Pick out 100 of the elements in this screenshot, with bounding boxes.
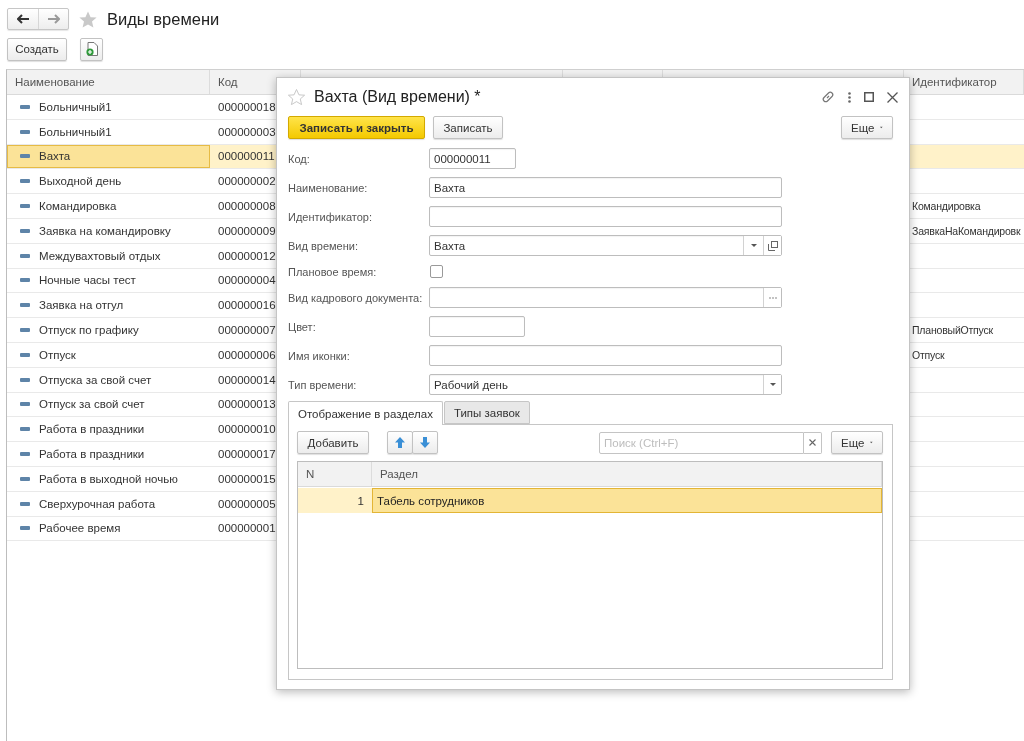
text-field[interactable] [429,345,782,366]
dash-icon [20,253,30,258]
item-identifier: ПлановыйОтпуск [912,324,993,337]
dash-icon [20,452,30,457]
dash-icon [20,328,30,333]
field-label: Имя иконки: [288,349,351,362]
dropdown-button[interactable] [743,236,763,255]
item-name: Больничный1 [39,125,112,138]
item-name: Работа в праздники [39,423,145,436]
dash-icon [20,278,30,283]
dash-icon [20,352,30,357]
clear-button[interactable] [804,431,822,454]
checkbox[interactable] [430,265,443,278]
item-name: Выходной день [39,175,122,188]
dash-icon [20,526,30,531]
item-name: Вахта [39,150,71,163]
item-code: 000000010 [218,423,276,436]
table-row[interactable]: 1 Табель сотрудников [298,488,882,513]
dash-icon [20,129,30,134]
item-code: 000000005 [218,497,276,510]
dash-icon [20,427,30,432]
item-code: 000000001 [218,522,276,535]
text-field[interactable]: 000000011 [429,148,516,169]
item-code: 000000006 [218,348,276,361]
star-icon[interactable] [288,89,305,105]
dash-icon [20,228,30,233]
more-button[interactable]: Еще [831,431,883,454]
dropdown-button[interactable] [763,375,781,394]
column-header[interactable]: Идентификатор [912,76,997,88]
field-label: Вид времени: [288,239,359,252]
search-field[interactable]: Поиск (Ctrl+F) [599,431,804,454]
color-field[interactable] [429,316,525,337]
open-button[interactable] [763,236,781,255]
section-cell: Табель сотрудников [372,488,882,513]
star-icon[interactable] [79,10,97,28]
text-field[interactable] [429,206,782,227]
item-name: Работа в выходной ночью [39,472,178,485]
forward-arrow-icon [47,14,60,24]
item-name: Отпуск по графику [39,324,139,337]
item-name: Отпуска за свой счет [39,373,152,386]
dash-icon [20,179,30,184]
item-code: 000000017 [218,448,276,461]
choose-button[interactable] [763,288,781,307]
caret-icon [880,126,883,129]
dropdown-field[interactable]: Рабочий день [429,374,782,395]
item-code: 000000007 [218,324,276,337]
select-field[interactable]: Вахта [429,235,782,256]
item-name: Рабочее время [39,522,121,535]
select-field[interactable] [429,287,782,308]
link-icon[interactable] [821,90,835,104]
page-title: Виды времени [107,9,220,29]
document-button[interactable] [80,37,103,61]
item-code: 000000011 [218,150,275,163]
item-code: 000000003 [218,125,276,138]
item-identifier: Командировка [912,200,981,213]
item-name: Отпуск [39,348,76,361]
dash-icon [20,476,30,481]
column-header[interactable]: Наименование [15,76,95,88]
field-label: Цвет: [288,320,317,333]
item-code: 000000008 [218,200,276,213]
tab[interactable]: Типы заявок [443,401,530,424]
item-code: 000000014 [218,373,276,386]
item-code: 000000013 [218,398,276,411]
dialog-title: Вахта (Вид времени) * [314,88,481,106]
text-field[interactable]: Вахта [429,177,782,198]
dash-icon [20,303,30,308]
up-arrow-icon [395,437,405,448]
dash-icon [20,402,30,407]
item-name: Заявка на командировку [39,224,171,237]
item-code: 000000016 [218,299,276,312]
add-button[interactable]: Добавить [297,431,369,454]
item-code: 000000002 [218,175,276,188]
dash-icon [20,501,30,506]
item-code: 000000004 [218,274,276,287]
field-label: Код: [288,152,311,165]
field-label: Вид кадрового документа: [288,291,424,304]
save-button[interactable]: Записать [433,116,503,139]
document-icon [85,42,98,56]
column-header[interactable]: Раздел [372,462,882,486]
column-header[interactable]: Код [218,76,238,88]
close-icon[interactable] [887,91,898,103]
item-code: 000000012 [218,249,276,262]
field-label: Наименование: [288,181,369,194]
tab[interactable]: Отображение в разделах [288,401,443,425]
item-code: 000000009 [218,224,276,237]
item-name: Командировка [39,200,117,213]
item-name: Междувахтовый отдых [39,249,161,262]
item-name: Работа в праздники [39,448,145,461]
create-button[interactable]: Создать [7,37,67,61]
move-up-button[interactable] [387,431,413,454]
item-code: 000000018 [218,100,276,113]
move-down-button[interactable] [412,431,438,454]
more-button[interactable]: Еще [841,116,893,139]
column-header[interactable]: N [298,462,372,486]
item-name: Заявка на отгул [39,299,124,312]
caret-icon [870,441,873,444]
save-and-close-button[interactable]: Записать и закрыть [288,116,425,139]
more-icon[interactable] [848,91,851,103]
maximize-icon[interactable] [864,92,874,102]
dash-icon [20,154,30,159]
